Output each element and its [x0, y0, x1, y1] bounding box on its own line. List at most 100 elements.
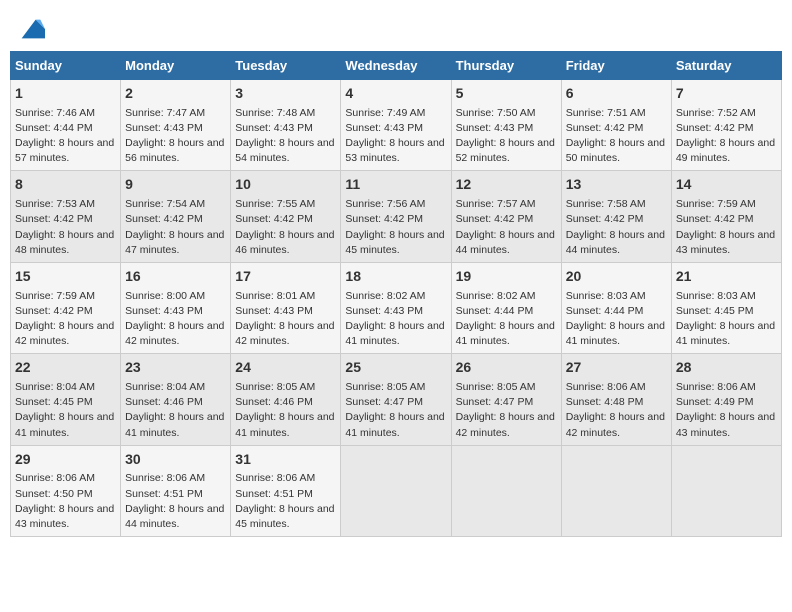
- calendar-cell: 16Sunrise: 8:00 AMSunset: 4:43 PMDayligh…: [121, 262, 231, 353]
- sunset-label: Sunset: 4:42 PM: [676, 122, 754, 134]
- day-number: 12: [456, 175, 557, 195]
- day-number: 23: [125, 358, 226, 378]
- daylight-label: Daylight: 8 hours and 42 minutes.: [456, 411, 555, 438]
- sunset-label: Sunset: 4:42 PM: [456, 213, 534, 225]
- cell-content: Sunrise: 7:55 AMSunset: 4:42 PMDaylight:…: [235, 197, 336, 258]
- sunrise-label: Sunrise: 7:59 AM: [676, 198, 756, 210]
- calendar-cell: 7Sunrise: 7:52 AMSunset: 4:42 PMDaylight…: [671, 80, 781, 171]
- sunrise-label: Sunrise: 8:06 AM: [566, 381, 646, 393]
- cell-content: Sunrise: 7:50 AMSunset: 4:43 PMDaylight:…: [456, 106, 557, 167]
- daylight-label: Daylight: 8 hours and 44 minutes.: [566, 229, 665, 256]
- sunset-label: Sunset: 4:45 PM: [15, 396, 93, 408]
- calendar-cell: 1Sunrise: 7:46 AMSunset: 4:44 PMDaylight…: [11, 80, 121, 171]
- calendar-cell: 8Sunrise: 7:53 AMSunset: 4:42 PMDaylight…: [11, 171, 121, 262]
- sunset-label: Sunset: 4:43 PM: [235, 122, 313, 134]
- calendar-cell: [561, 445, 671, 536]
- calendar-header: SundayMondayTuesdayWednesdayThursdayFrid…: [11, 52, 782, 80]
- sunset-label: Sunset: 4:44 PM: [566, 305, 644, 317]
- sunrise-label: Sunrise: 8:04 AM: [125, 381, 205, 393]
- day-number: 17: [235, 267, 336, 287]
- cell-content: Sunrise: 7:46 AMSunset: 4:44 PMDaylight:…: [15, 106, 116, 167]
- sunset-label: Sunset: 4:42 PM: [345, 213, 423, 225]
- calendar-cell: 20Sunrise: 8:03 AMSunset: 4:44 PMDayligh…: [561, 262, 671, 353]
- calendar-cell: 15Sunrise: 7:59 AMSunset: 4:42 PMDayligh…: [11, 262, 121, 353]
- day-number: 14: [676, 175, 777, 195]
- sunset-label: Sunset: 4:43 PM: [125, 122, 203, 134]
- sunset-label: Sunset: 4:43 PM: [345, 122, 423, 134]
- sunrise-label: Sunrise: 8:06 AM: [125, 472, 205, 484]
- day-number: 22: [15, 358, 116, 378]
- calendar-cell: 17Sunrise: 8:01 AMSunset: 4:43 PMDayligh…: [231, 262, 341, 353]
- daylight-label: Daylight: 8 hours and 43 minutes.: [676, 229, 775, 256]
- sunrise-label: Sunrise: 7:56 AM: [345, 198, 425, 210]
- calendar-cell: 26 Sunrise: 8:05 AM Sunset: 4:47 PM Dayligh…: [451, 354, 561, 445]
- sunrise-label: Sunrise: 7:48 AM: [235, 107, 315, 119]
- calendar-cell: 28Sunrise: 8:06 AMSunset: 4:49 PMDayligh…: [671, 354, 781, 445]
- sunset-label: Sunset: 4:51 PM: [235, 488, 313, 500]
- sunset-label: Sunset: 4:46 PM: [235, 396, 313, 408]
- sunset-label: Sunset: 4:49 PM: [676, 396, 754, 408]
- sunrise-label: Sunrise: 8:00 AM: [125, 290, 205, 302]
- daylight-label: Daylight: 8 hours and 41 minutes.: [15, 411, 114, 438]
- daylight-label: Daylight: 8 hours and 42 minutes.: [15, 320, 114, 347]
- day-number: 15: [15, 267, 116, 287]
- daylight-label: Daylight: 8 hours and 47 minutes.: [125, 229, 224, 256]
- day-number: 19: [456, 267, 557, 287]
- calendar-cell: 23Sunrise: 8:04 AMSunset: 4:46 PMDayligh…: [121, 354, 231, 445]
- sunrise-label: Sunrise: 7:51 AM: [566, 107, 646, 119]
- sunrise-label: Sunrise: 8:03 AM: [676, 290, 756, 302]
- cell-content: Sunrise: 8:05 AMSunset: 4:46 PMDaylight:…: [235, 380, 336, 441]
- cell-content: Sunrise: 7:58 AMSunset: 4:42 PMDaylight:…: [566, 197, 667, 258]
- daylight-label: Daylight: 8 hours and 57 minutes.: [15, 137, 114, 164]
- sunset-label: Sunset: 4:43 PM: [235, 305, 313, 317]
- day-number: 1: [15, 84, 116, 104]
- sunrise-label: Sunrise: 7:47 AM: [125, 107, 205, 119]
- sunset-label: Sunset: 4:47 PM: [456, 396, 534, 408]
- day-number: 8: [15, 175, 116, 195]
- day-number: 31: [235, 450, 336, 470]
- calendar-cell: 11Sunrise: 7:56 AMSunset: 4:42 PMDayligh…: [341, 171, 451, 262]
- calendar-cell: 25Sunrise: 8:05 AMSunset: 4:47 PMDayligh…: [341, 354, 451, 445]
- sunrise-label: Sunrise: 8:05 AM: [456, 381, 536, 393]
- sunset-label: Sunset: 4:42 PM: [676, 213, 754, 225]
- daylight-label: Daylight: 8 hours and 53 minutes.: [345, 137, 444, 164]
- daylight-label: Daylight: 8 hours and 54 minutes.: [235, 137, 334, 164]
- cell-content: Sunrise: 7:57 AMSunset: 4:42 PMDaylight:…: [456, 197, 557, 258]
- calendar-cell: [341, 445, 451, 536]
- calendar-cell: 30Sunrise: 8:06 AMSunset: 4:51 PMDayligh…: [121, 445, 231, 536]
- day-number: 2: [125, 84, 226, 104]
- calendar-cell: 12Sunrise: 7:57 AMSunset: 4:42 PMDayligh…: [451, 171, 561, 262]
- sunset-label: Sunset: 4:42 PM: [125, 213, 203, 225]
- sunset-label: Sunset: 4:43 PM: [125, 305, 203, 317]
- sunset-label: Sunset: 4:47 PM: [345, 396, 423, 408]
- cell-content: Sunrise: 7:52 AMSunset: 4:42 PMDaylight:…: [676, 106, 777, 167]
- day-number: 21: [676, 267, 777, 287]
- weekday-header-row: SundayMondayTuesdayWednesdayThursdayFrid…: [11, 52, 782, 80]
- weekday-header-thursday: Thursday: [451, 52, 561, 80]
- daylight-label: Daylight: 8 hours and 41 minutes.: [676, 320, 775, 347]
- cell-content: Sunrise: 8:06 AMSunset: 4:49 PMDaylight:…: [676, 380, 777, 441]
- sunrise-label: Sunrise: 7:55 AM: [235, 198, 315, 210]
- daylight-label: Daylight: 8 hours and 45 minutes.: [345, 229, 444, 256]
- daylight-label: Daylight: 8 hours and 56 minutes.: [125, 137, 224, 164]
- daylight-label: Daylight: 8 hours and 41 minutes.: [566, 320, 665, 347]
- cell-content: Sunrise: 8:06 AMSunset: 4:50 PMDaylight:…: [15, 471, 116, 532]
- day-number: 3: [235, 84, 336, 104]
- calendar-cell: 29Sunrise: 8:06 AMSunset: 4:50 PMDayligh…: [11, 445, 121, 536]
- sunset-label: Sunset: 4:50 PM: [15, 488, 93, 500]
- daylight-label: Daylight: 8 hours and 41 minutes.: [345, 320, 444, 347]
- day-number: 26: [456, 358, 557, 378]
- logo-icon: [17, 15, 45, 43]
- daylight-label: Daylight: 8 hours and 45 minutes.: [235, 503, 334, 530]
- sunset-label: Sunset: 4:46 PM: [125, 396, 203, 408]
- daylight-label: Daylight: 8 hours and 42 minutes.: [125, 320, 224, 347]
- logo: [15, 15, 45, 43]
- sunrise-label: Sunrise: 7:46 AM: [15, 107, 95, 119]
- weekday-header-sunday: Sunday: [11, 52, 121, 80]
- calendar-week-3: 15Sunrise: 7:59 AMSunset: 4:42 PMDayligh…: [11, 262, 782, 353]
- cell-content: Sunrise: 8:05 AMSunset: 4:47 PMDaylight:…: [345, 380, 446, 441]
- daylight-label: Daylight: 8 hours and 43 minutes.: [676, 411, 775, 438]
- cell-content: Sunrise: 8:06 AMSunset: 4:48 PMDaylight:…: [566, 380, 667, 441]
- cell-content: Sunrise: 8:06 AMSunset: 4:51 PMDaylight:…: [235, 471, 336, 532]
- sunset-label: Sunset: 4:42 PM: [15, 213, 93, 225]
